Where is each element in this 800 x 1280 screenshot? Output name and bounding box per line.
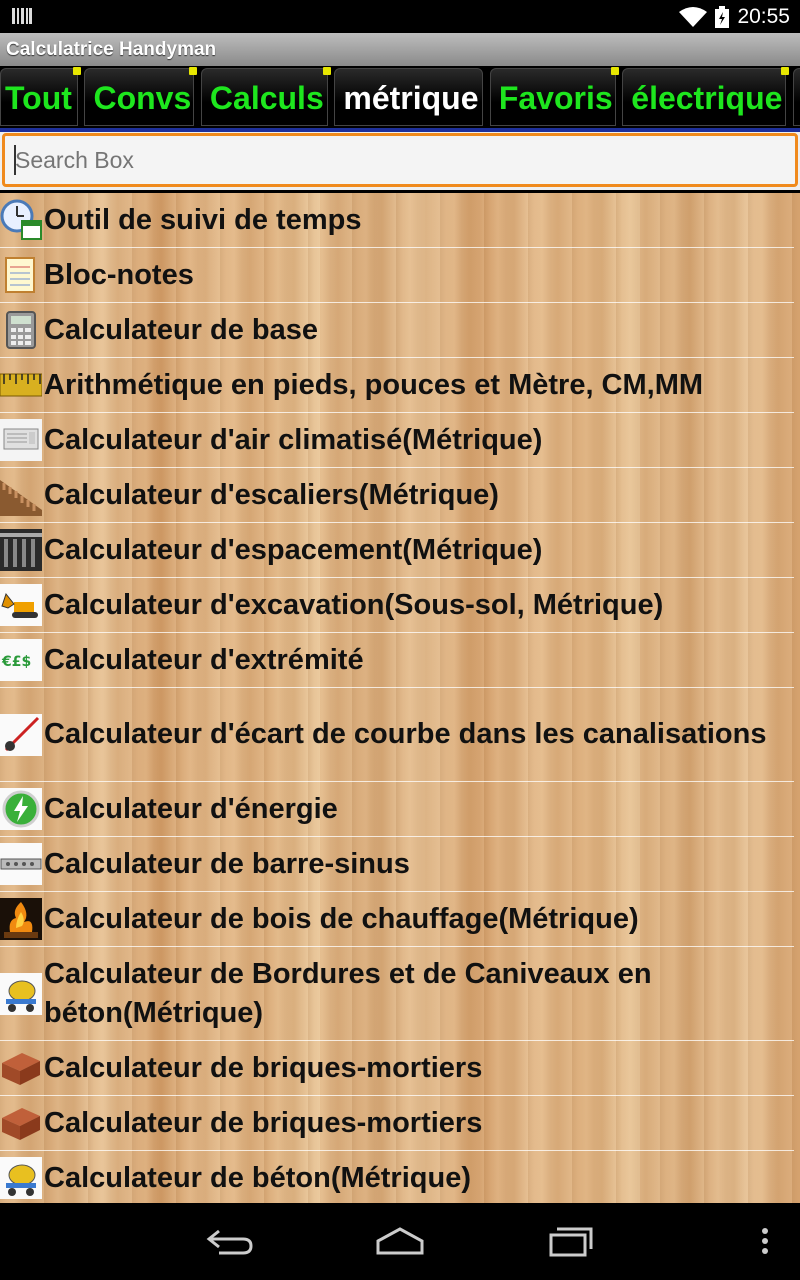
list-item-label: Calculateur de briques-mortiers	[44, 1051, 483, 1084]
list-item-label: Calculateur de Bordures et de Caniveaux …	[44, 957, 652, 1029]
tab-tout[interactable]: Tout	[0, 67, 81, 126]
tab-more[interactable]: M	[792, 68, 800, 126]
text-cursor	[14, 145, 16, 175]
list-item-label: Arithmétique en pieds, pouces et Mètre, …	[44, 368, 704, 401]
tab-bar: Tout Convs Calculs métrique Favoris élec…	[0, 66, 800, 132]
list-item[interactable]: Calculateur d'écart de courbe dans les c…	[0, 688, 794, 782]
home-icon[interactable]	[374, 1223, 426, 1259]
tab-electrique[interactable]: électrique	[622, 67, 790, 126]
tab-convs[interactable]: Convs	[84, 67, 198, 126]
list-item-label: Calculateur d'extrémité	[44, 643, 364, 676]
svg-text:€£$: €£$	[1, 654, 31, 670]
firewood-icon	[0, 898, 42, 940]
search-input[interactable]	[2, 133, 798, 187]
list-item-label: Calculateur d'air climatisé(Métrique)	[44, 423, 543, 456]
list-item-label: Calculateur d'écart de courbe dans les c…	[44, 718, 767, 750]
list-item[interactable]: Calculateur de béton(Métrique)	[0, 1151, 794, 1203]
tab-calculs[interactable]: Calculs	[200, 67, 331, 126]
list-item-label: Calculateur de béton(Métrique)	[44, 1161, 471, 1194]
list-item[interactable]: Calculateur d'espacement(Métrique)	[0, 523, 794, 578]
recent-apps-icon[interactable]	[547, 1223, 595, 1259]
wifi-icon	[679, 6, 708, 27]
list-item-label: Calculateur de briques-mortiers	[44, 1106, 483, 1139]
tape-measure-icon	[0, 364, 42, 406]
tab-label: Convs	[93, 80, 192, 116]
list-item[interactable]: Outil de suivi de temps	[0, 193, 794, 248]
list-item[interactable]: Calculateur de base	[0, 303, 794, 358]
tab-marker	[189, 67, 198, 75]
list-item-label: Calculateur de barre-sinus	[44, 847, 410, 880]
brick-icon	[0, 1102, 42, 1144]
pipe-bender-icon	[0, 713, 42, 756]
list-item[interactable]: Calculateur de barre-sinus	[0, 837, 794, 892]
list-item[interactable]: €£$ Calculateur d'extrémité	[0, 633, 794, 688]
list-item-label: Calculateur d'escaliers(Métrique)	[44, 478, 499, 511]
list-item-label: Outil de suivi de temps	[44, 203, 362, 236]
list-item[interactable]: Calculateur de briques-mortiers	[0, 1041, 794, 1096]
list-item[interactable]: Calculateur de Bordures et de Caniveaux …	[0, 947, 794, 1041]
list-item-label: Calculateur d'énergie	[44, 792, 338, 825]
list-item[interactable]: Arithmétique en pieds, pouces et Mètre, …	[0, 358, 794, 413]
tab-label: Favoris	[498, 80, 613, 116]
tab-marker	[610, 67, 619, 75]
tab-marker	[322, 67, 331, 75]
list-item[interactable]: Calculateur d'air climatisé(Métrique)	[0, 413, 794, 468]
clock-calendar-icon	[0, 199, 42, 241]
tab-label: électrique	[631, 80, 783, 116]
barcode-icon	[12, 8, 32, 24]
search-container	[0, 132, 800, 190]
list-item[interactable]: Bloc-notes	[0, 248, 794, 303]
energy-icon	[0, 788, 42, 830]
tab-favoris[interactable]: Favoris	[489, 67, 619, 126]
list-item[interactable]: Calculateur de briques-mortiers	[0, 1096, 794, 1151]
list-item-label: Calculateur de base	[44, 313, 318, 346]
list-item-label: Calculateur d'excavation(Sous-sol, Métri…	[44, 588, 664, 621]
cement-mixer-icon	[0, 972, 42, 1015]
tab-label: Calculs	[209, 80, 324, 116]
list-item-label: Bloc-notes	[44, 258, 194, 291]
calculator-list[interactable]: Outil de suivi de temps Bloc-notes Calcu…	[0, 193, 800, 1203]
clock-time: 20:55	[737, 4, 790, 28]
tab-label: métrique	[343, 80, 479, 116]
air-conditioner-icon	[0, 419, 42, 461]
notepad-icon	[0, 254, 42, 296]
list-item[interactable]: Calculateur de bois de chauffage(Métriqu…	[0, 892, 794, 947]
list-item[interactable]: Calculateur d'énergie	[0, 782, 794, 837]
excavator-icon	[0, 584, 42, 626]
list-item[interactable]: Calculateur d'escaliers(Métrique)	[0, 468, 794, 523]
tab-marker	[73, 67, 81, 75]
tab-marker	[781, 67, 790, 75]
currency-icon: €£$	[0, 639, 42, 681]
back-icon[interactable]	[205, 1223, 255, 1259]
cement-mixer-icon	[0, 1157, 42, 1199]
overflow-menu-icon[interactable]	[758, 1223, 772, 1259]
stairs-icon	[0, 474, 42, 516]
brick-icon	[0, 1047, 42, 1089]
calculator-icon	[0, 309, 42, 351]
list-item-label: Calculateur d'espacement(Métrique)	[44, 533, 543, 566]
list-item-label: Calculateur de bois de chauffage(Métriqu…	[44, 902, 639, 935]
status-bar: 20:55	[0, 0, 800, 33]
sine-bar-icon	[0, 843, 42, 885]
battery-icon	[715, 5, 730, 28]
app-title: Calculatrice Handyman	[0, 33, 800, 66]
tab-label: Tout	[5, 80, 72, 116]
navigation-bar	[0, 1203, 800, 1280]
tab-metrique[interactable]: métrique	[334, 68, 484, 126]
railing-icon	[0, 529, 42, 571]
list-item[interactable]: Calculateur d'excavation(Sous-sol, Métri…	[0, 578, 794, 633]
